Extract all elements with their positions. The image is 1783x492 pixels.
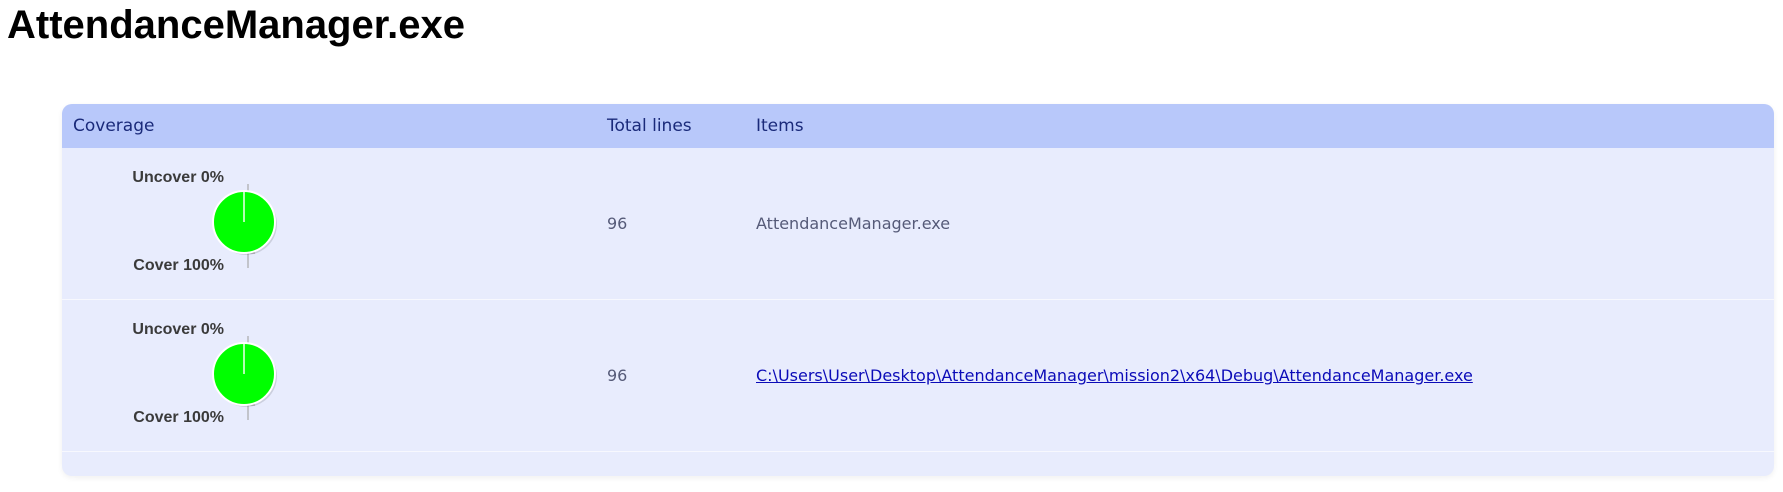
total-lines-value: 96 — [607, 214, 628, 233]
header-coverage: Coverage — [73, 116, 155, 136]
item-path-link[interactable]: C:\Users\User\Desktop\AttendanceManager\… — [756, 366, 1473, 385]
header-total-lines: Total lines — [607, 116, 692, 136]
coverage-pie-chart: Uncover 0% Cover 100% — [62, 300, 607, 452]
coverage-table: Coverage Total lines Items Uncover 0% Co… — [62, 104, 1774, 476]
uncover-label: Uncover 0% — [132, 169, 224, 186]
cover-label: Cover 100% — [133, 409, 224, 426]
item-name: AttendanceManager.exe — [756, 214, 951, 233]
table-row: Uncover 0% Cover 100% 96 C:\Users\User\D… — [62, 300, 1774, 452]
table-row: Uncover 0% Cover 100% 96 AttendanceManag… — [62, 148, 1774, 300]
total-lines-value: 96 — [607, 366, 628, 385]
table-header: Coverage Total lines Items — [62, 104, 1774, 148]
uncover-label: Uncover 0% — [132, 321, 224, 338]
page-title: AttendanceManager.exe — [7, 3, 465, 47]
cover-label: Cover 100% — [133, 257, 224, 274]
coverage-pie-chart: Uncover 0% Cover 100% — [62, 148, 607, 300]
header-items: Items — [756, 116, 804, 136]
